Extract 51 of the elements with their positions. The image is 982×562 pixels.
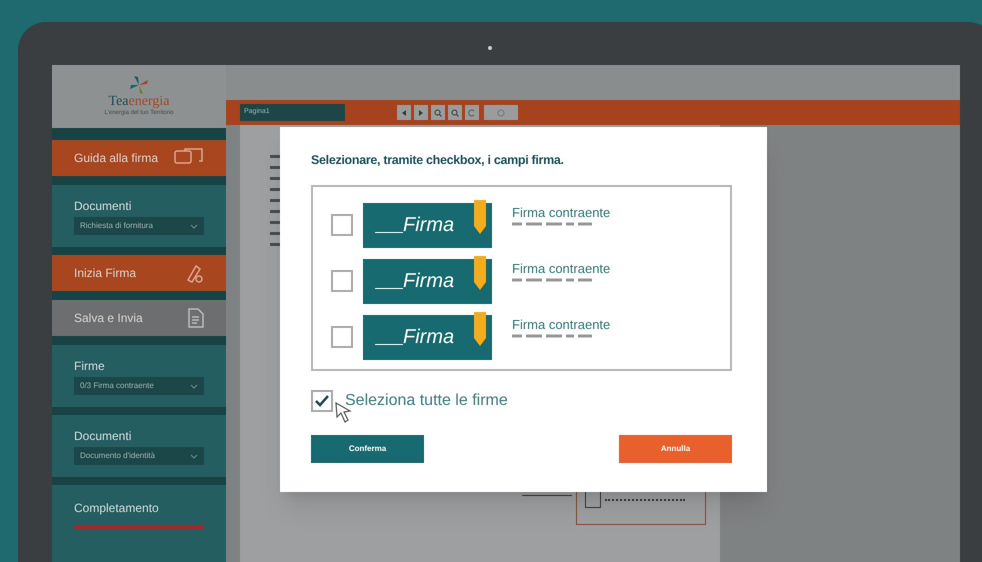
- sidebar-label: Inizia Firma: [74, 265, 136, 282]
- cancel-button[interactable]: Annulla: [619, 434, 732, 463]
- section-title: Documenti: [74, 198, 132, 215]
- select-all-label: Seleziona tutte le firme: [345, 390, 508, 411]
- sidebar-label: Salva e Invia: [74, 310, 143, 327]
- camera-icon: [488, 46, 492, 50]
- zoom-in-button[interactable]: [431, 105, 445, 120]
- check-icon: [314, 394, 330, 408]
- dialog-title: Selezionare, tramite checkbox, i campi firma.: [311, 152, 565, 169]
- checkbox[interactable]: [311, 390, 333, 412]
- stamp-label: Firma: [403, 269, 454, 294]
- sidebar-button[interactable]: Inizia Firma: [52, 255, 226, 291]
- signature-label: Firma contraente: [512, 316, 612, 334]
- bookmark-icon: [474, 256, 486, 290]
- sidebar-button[interactable]: Salva e Invia: [52, 300, 226, 336]
- next-button[interactable]: [414, 105, 428, 120]
- sidebar-label: Guida alla firma: [74, 150, 158, 167]
- section-title: Documenti: [74, 428, 132, 445]
- zoom-out-icon: [451, 108, 459, 116]
- signature-label: Firma contraente: [512, 260, 612, 278]
- rotate-icon: [468, 108, 476, 116]
- section-title: Firme: [74, 358, 106, 375]
- select-field[interactable]: Richiesta di fornitura: [74, 217, 204, 235]
- chevron-down-icon: [190, 224, 198, 228]
- pinwheel-logo-icon: [128, 75, 150, 95]
- section-title: Completamento: [74, 500, 160, 517]
- stamp-label: Firma: [403, 325, 454, 350]
- bookmark-icon: [474, 200, 486, 234]
- sidebar-button[interactable]: Guida alla firma: [52, 140, 226, 176]
- rotate-button[interactable]: [465, 105, 479, 120]
- chevron-down-icon: [190, 454, 198, 458]
- signature-label: Firma contraente: [512, 204, 612, 222]
- bookmark-icon: [474, 312, 486, 346]
- checkbox[interactable]: [331, 326, 353, 348]
- zoom-out-button[interactable]: [448, 105, 462, 120]
- previous-icon: [400, 108, 408, 116]
- select-field[interactable]: 0/3 Firma contraente: [74, 377, 204, 395]
- previous-button[interactable]: [397, 105, 411, 120]
- zoom-in-icon: [434, 108, 442, 116]
- connector-line: [522, 495, 572, 496]
- chevron-down-icon: [190, 384, 198, 388]
- checkbox[interactable]: [331, 214, 353, 236]
- checkbox[interactable]: [331, 270, 353, 292]
- history-icon: [497, 108, 505, 116]
- pen-icon: [184, 262, 204, 284]
- confirm-button[interactable]: Conferma: [311, 434, 424, 463]
- select-field[interactable]: Documento d'identità: [74, 447, 204, 465]
- logo-name: Teaenergia: [108, 95, 170, 109]
- document-icon: [188, 308, 204, 328]
- next-icon: [417, 108, 425, 116]
- stamp-label: Firma: [403, 213, 454, 238]
